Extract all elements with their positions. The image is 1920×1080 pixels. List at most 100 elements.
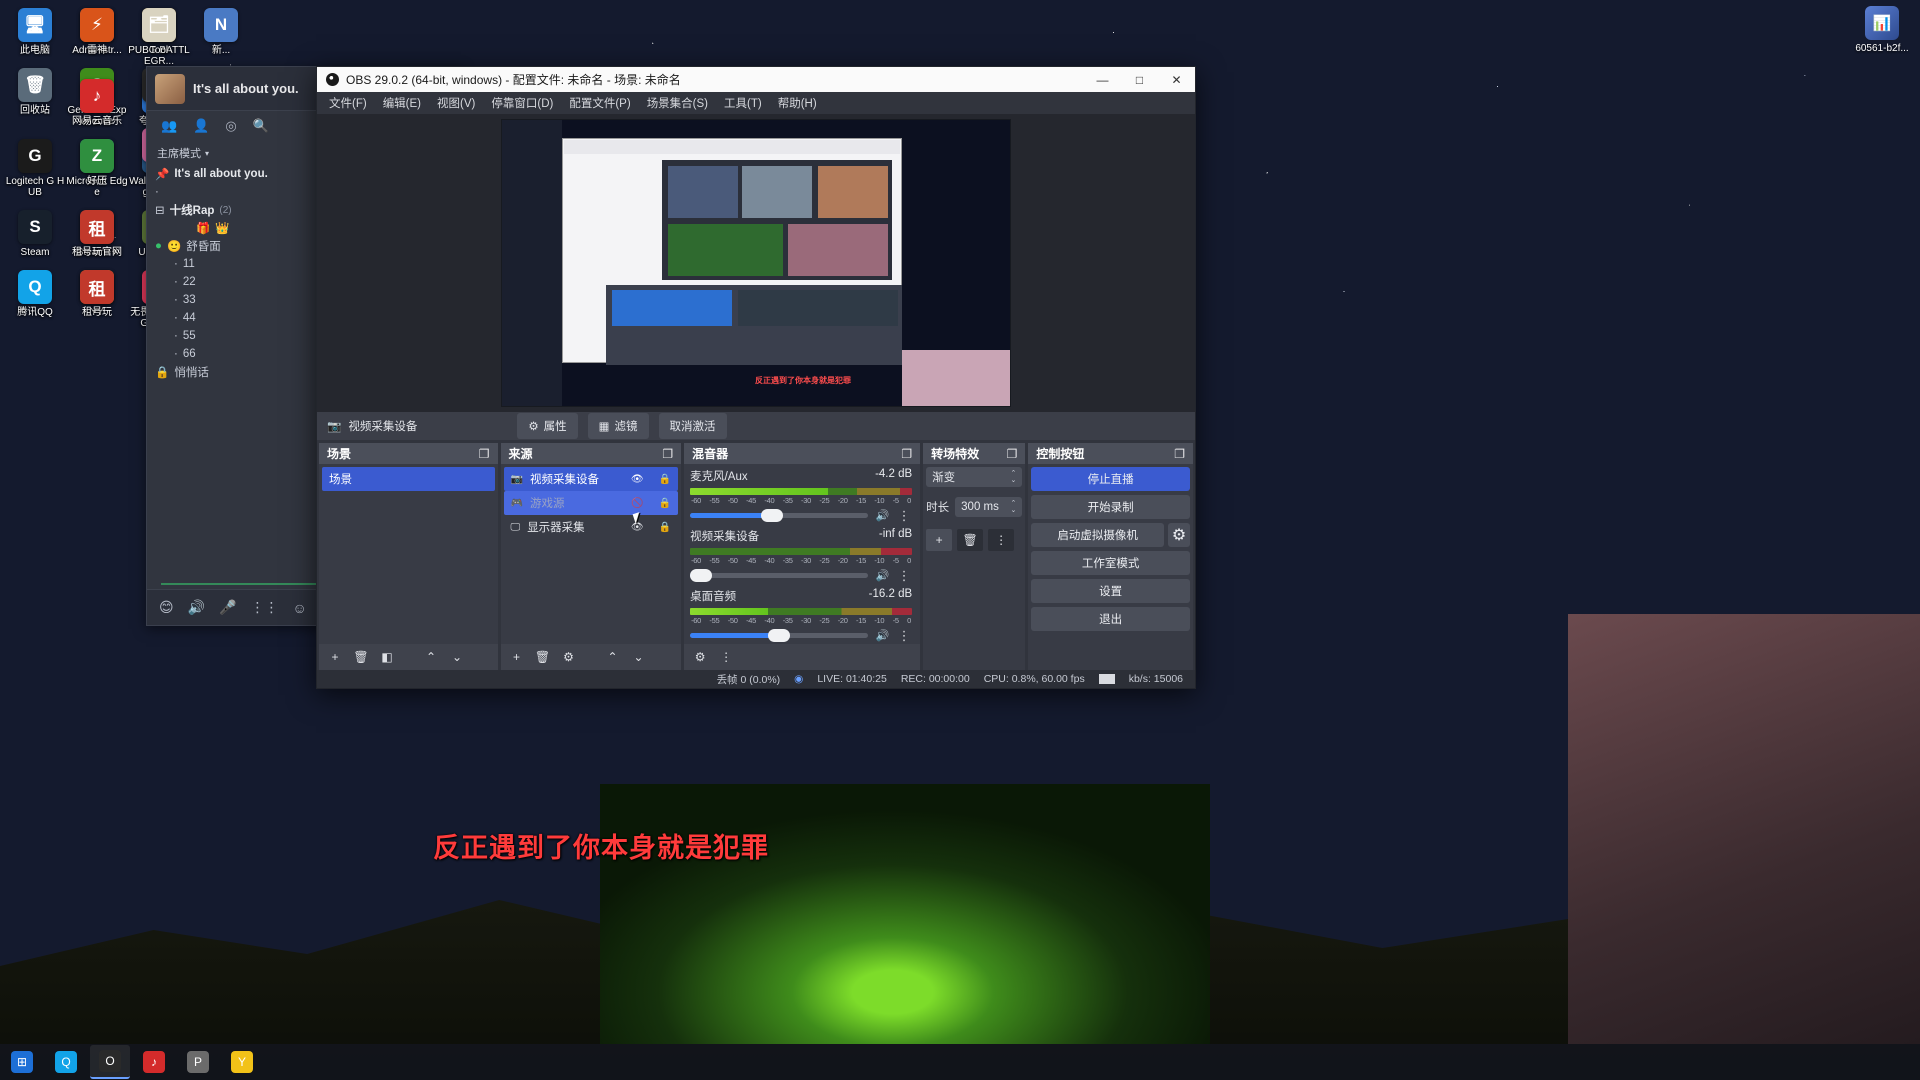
eye-off-icon[interactable]: 🚫 (631, 498, 643, 509)
mixer-menu-button[interactable]: ⋮ (715, 648, 737, 667)
properties-button[interactable]: ⚙ 属性 (517, 413, 578, 440)
minimize-button[interactable]: — (1084, 67, 1121, 92)
menu-item[interactable]: 帮助(H) (770, 92, 825, 114)
scene-list-item[interactable]: 场景 (322, 467, 495, 492)
deactivate-button[interactable]: 取消激活 (658, 413, 727, 440)
source-toolbar[interactable]: 📷 视频采集设备 ⚙ 属性 ▦ 滤镜 取消激活 (317, 412, 1195, 441)
mixer-channel[interactable]: 麦克风/Aux -4.2 dB -60 -55 -50 -45 -40 -35 -30 -25 -2… (684, 464, 920, 524)
obs-preview-canvas[interactable]: 反正遇到了你本身就是犯罪 (501, 119, 1011, 407)
mixer-channels[interactable]: 麦克风/Aux -4.2 dB -60 -55 -50 -45 -40 -35 -30 -25 -2… (684, 464, 920, 644)
taskbar-yy[interactable]: Y (222, 1045, 262, 1079)
desktop-icon[interactable]: Q 腾讯QQ (4, 270, 66, 318)
desktop-icon[interactable]: N 新... (190, 8, 252, 56)
speaker-icon[interactable]: 🔊 (875, 629, 889, 642)
control-button[interactable]: 设置 (1031, 579, 1190, 604)
smiley-icon[interactable]: ☺ (292, 600, 306, 616)
transitions-body[interactable]: 渐变 ⌃ ⌄ 时长 300 ms ⌃ ⌄ + 🗑 ⋮ (923, 464, 1025, 670)
desktop-icon[interactable]: 🗂 Tool (128, 8, 190, 56)
group-icon[interactable]: 👤 (193, 118, 209, 134)
desktop-icon[interactable]: G Logitech G HUB (4, 139, 66, 198)
desktop-icon[interactable]: ⚡ 雷神 (66, 8, 128, 56)
lock-icon[interactable]: 🔒 (659, 522, 671, 533)
eye-icon[interactable]: 👁 (631, 522, 644, 533)
remove-source-button[interactable]: 🗑 (532, 648, 554, 667)
collapse-icon[interactable]: ⊟ (155, 203, 165, 217)
location-icon[interactable]: ◎ (225, 118, 236, 134)
maximize-button[interactable]: □ (1121, 67, 1158, 92)
source-properties-button[interactable]: ⚙ (558, 648, 580, 667)
obs-menubar[interactable]: 文件(F) 编辑(E) 视图(V) 停靠窗口(D) 配置文件(P) 场景集合(S) 工具(T… (317, 92, 1195, 114)
desktop-icon[interactable]: 租租号玩 (66, 270, 128, 318)
channel-menu-button[interactable]: ⋮ (896, 509, 912, 522)
source-list-item[interactable]: 🖵 显示器采集 👁 🔒 (504, 515, 679, 539)
desktop-icon[interactable]: 🗑 回收站 (4, 68, 66, 116)
desktop-icon-stats[interactable]: 📊 60561-b2f... (1852, 6, 1912, 54)
channel-menu-button[interactable]: ⋮ (896, 569, 912, 582)
window-controls[interactable]: — □ ✕ (1084, 67, 1195, 92)
duration-input[interactable]: 300 ms ⌃ ⌄ (955, 497, 1023, 518)
start-button[interactable]: ⊞ (2, 1045, 42, 1079)
chevron-updown-icon[interactable]: ⌃ ⌄ (1010, 470, 1016, 484)
volume-slider[interactable] (690, 629, 869, 643)
menu-item[interactable]: 文件(F) (321, 92, 375, 114)
add-source-button[interactable]: + (506, 648, 528, 667)
menu-item[interactable]: 视图(V) (429, 92, 483, 114)
control-button[interactable]: 开始录制 (1031, 495, 1190, 520)
sources-footer[interactable]: + 🗑 ⚙ ⌃ ⌄ (500, 644, 682, 671)
control-button[interactable]: 退出 (1031, 607, 1190, 632)
sources-list[interactable]: 📷 视频采集设备 👁 🔒 🎮 游戏源 🚫 🔒 🖵 显示器采集 👁 🔒 (501, 464, 682, 644)
add-transition-button[interactable]: + (926, 529, 953, 552)
scenes-list[interactable]: 场景 (319, 464, 498, 644)
virtual-camera-settings-gear-icon[interactable]: ⚙ (1167, 523, 1190, 548)
menu-item[interactable]: 编辑(E) (375, 92, 429, 114)
mixer-channel[interactable]: 视频采集设备 -inf dB -60 -55 -50 -45 -40 -35 -30 -25 -20… (684, 524, 920, 584)
transition-duration-row[interactable]: 时长 300 ms ⌃ ⌄ (926, 497, 1023, 518)
close-button[interactable]: ✕ (1158, 67, 1195, 92)
lock-icon[interactable]: 🔒 (659, 474, 671, 485)
scenes-footer[interactable]: + 🗑 ◧ ⌃ ⌄ (319, 644, 498, 671)
microphone-icon[interactable]: 🎤 (219, 599, 236, 616)
taskbar-obs[interactable]: O (90, 1045, 130, 1079)
menu-item[interactable]: 工具(T) (716, 92, 770, 114)
control-button[interactable]: 停止直播 (1031, 467, 1190, 492)
volume-slider[interactable] (690, 509, 869, 523)
remove-scene-button[interactable]: 🗑 (350, 648, 372, 667)
add-scene-button[interactable]: + (324, 648, 346, 667)
volume-slider[interactable] (689, 569, 869, 583)
transition-select[interactable]: 渐变 ⌃ ⌄ (926, 467, 1023, 488)
menu-item[interactable]: 场景集合(S) (639, 92, 716, 114)
controls-body[interactable]: 停止直播开始录制启动虚拟摄像机 ⚙ 工作室模式设置退出 (1028, 464, 1193, 670)
desktop-icon[interactable]: Z 好压 (66, 139, 128, 187)
lock-icon[interactable]: 🔒 (659, 498, 671, 509)
taskbar[interactable]: ⊞ Q O ♪ P Y (0, 1044, 1920, 1080)
move-source-up-button[interactable]: ⌃ (602, 648, 624, 667)
search-icon[interactable]: 🔍 (253, 118, 269, 134)
taskbar-qq[interactable]: Q (46, 1045, 86, 1079)
desktop-icon[interactable]: ♪ 网易云音乐 (66, 79, 128, 127)
popout-icon[interactable]: ❐ (662, 447, 673, 461)
move-scene-up-button[interactable]: ⌃ (420, 648, 442, 667)
equalizer-icon[interactable]: ⋮⋮ (250, 599, 278, 616)
popout-icon[interactable]: ❐ (1174, 447, 1185, 461)
contacts-icon[interactable]: 👥 (161, 118, 177, 134)
eye-icon[interactable]: 👁 (631, 474, 644, 485)
obs-window[interactable]: OBS 29.0.2 (64-bit, windows) - 配置文件: 未命名… (316, 66, 1196, 689)
transition-menu-button[interactable]: ⋮ (988, 529, 1015, 552)
menu-item[interactable]: 配置文件(P) (561, 92, 638, 114)
mixer-footer[interactable]: ⚙ ⋮ (684, 644, 921, 671)
taskbar-music[interactable]: ♪ (134, 1045, 174, 1079)
popout-icon[interactable]: ❐ (479, 447, 490, 461)
chevron-updown-icon[interactable]: ⌃ ⌄ (1010, 500, 1016, 514)
desktop-icon[interactable]: 租租号玩官网 (66, 210, 128, 258)
popout-icon[interactable]: ❐ (901, 447, 912, 461)
move-scene-down-button[interactable]: ⌄ (446, 648, 468, 667)
emoji-icon[interactable]: 😊 (159, 599, 174, 616)
desktop-icon[interactable]: S Steam (4, 210, 66, 258)
popout-icon[interactable]: ❐ (1007, 447, 1018, 461)
volume-icon[interactable]: 🔊 (188, 599, 205, 616)
channel-menu-button[interactable]: ⋮ (896, 629, 912, 642)
control-button[interactable]: 工作室模式 (1031, 551, 1190, 576)
virtual-camera-button[interactable]: 启动虚拟摄像机 (1031, 523, 1164, 548)
menu-item[interactable]: 停靠窗口(D) (483, 92, 561, 114)
obs-preview-area[interactable]: 反正遇到了你本身就是犯罪 (317, 114, 1195, 412)
